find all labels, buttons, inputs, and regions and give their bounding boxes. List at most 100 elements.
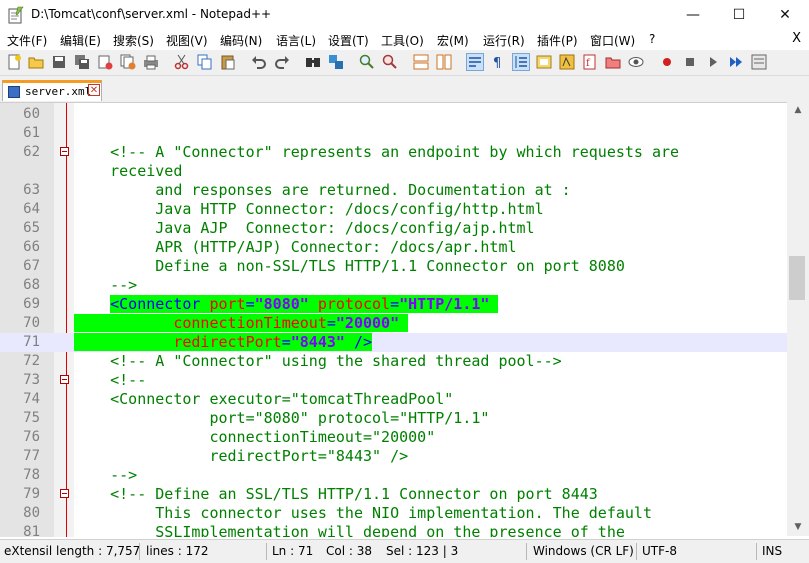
tab-server-xml[interactable]: server.xml ✕ — [2, 80, 102, 101]
code-line[interactable]: 76 connectionTimeout="20000" — [0, 428, 787, 447]
code-text: received — [74, 162, 182, 181]
close-file-icon[interactable] — [97, 54, 113, 70]
scroll-down-icon[interactable]: ▼ — [787, 519, 809, 536]
code-line[interactable]: 64 Java HTTP Connector: /docs/config/htt… — [0, 200, 787, 219]
indent-guide-icon[interactable] — [512, 53, 530, 71]
line-number: 79 — [23, 486, 40, 502]
minimize-button[interactable]: — — [670, 0, 716, 30]
paste-icon[interactable] — [220, 54, 236, 70]
zoom-out-icon[interactable] — [382, 54, 398, 70]
cut-icon[interactable] — [174, 54, 190, 70]
code-token: protocol — [317, 295, 391, 313]
copy-icon[interactable] — [197, 54, 213, 70]
new-file-icon[interactable] — [6, 54, 22, 70]
menu-language[interactable]: 语言(L) — [276, 32, 316, 49]
menu-tools[interactable]: 工具(O) — [381, 32, 424, 49]
fold-toggle-icon[interactable] — [60, 375, 69, 384]
fold-toggle-icon[interactable] — [60, 147, 69, 156]
code-line[interactable]: 73 <!-- — [0, 371, 787, 390]
save-icon[interactable] — [51, 54, 67, 70]
menu-view[interactable]: 视图(V) — [166, 32, 208, 49]
play-macro-icon[interactable] — [705, 54, 721, 70]
menu-run[interactable]: 运行(R) — [483, 32, 525, 49]
code-line[interactable]: received — [0, 162, 787, 181]
scroll-up-icon[interactable]: ▲ — [787, 102, 809, 119]
print-icon[interactable] — [143, 54, 159, 70]
menu-bar: 文件(F) 编辑(E) 搜索(S) 视图(V) 编码(N) 语言(L) 设置(T… — [0, 30, 809, 50]
word-wrap-icon[interactable] — [466, 53, 484, 71]
save-macro-icon[interactable] — [751, 54, 767, 70]
code-line[interactable]: 62 <!-- A "Connector" represents an endp… — [0, 143, 787, 162]
code-token: connectionTimeout — [173, 314, 327, 332]
code-token: Java AJP Connector: /docs/config/ajp.htm… — [74, 219, 535, 237]
find-icon[interactable] — [305, 54, 321, 70]
code-token: = — [281, 333, 291, 351]
code-line[interactable]: 61 — [0, 124, 787, 143]
menu-plugins[interactable]: 插件(P) — [537, 32, 578, 49]
record-macro-icon[interactable] — [659, 54, 675, 70]
scrollbar-thumb[interactable] — [789, 256, 805, 300]
code-line[interactable]: 67 Define a non-SSL/TLS HTTP/1.1 Connect… — [0, 257, 787, 276]
maximize-button[interactable]: ☐ — [716, 0, 762, 30]
code-line[interactable]: 71 redirectPort="8443" /> — [0, 333, 787, 352]
code-text: port="8080" protocol="HTTP/1.1" — [74, 409, 489, 428]
function-list-icon[interactable] — [559, 54, 575, 70]
redo-icon[interactable] — [274, 54, 290, 70]
code-line[interactable]: 69 <Connector port="8080" protocol="HTTP… — [0, 295, 787, 314]
line-number: 78 — [23, 467, 40, 483]
code-line[interactable]: 72 <!-- A "Connector" using the shared t… — [0, 352, 787, 371]
tab-close-icon[interactable]: ✕ — [88, 84, 100, 96]
code-line[interactable]: 70 connectionTimeout="20000" — [0, 314, 787, 333]
close-all-icon[interactable] — [120, 54, 136, 70]
tab-label: server.xml — [25, 85, 92, 98]
menu-search[interactable]: 搜索(S) — [113, 32, 154, 49]
line-number: 60 — [23, 106, 40, 122]
code-line[interactable]: 66 APR (HTTP/AJP) Connector: /docs/apr.h… — [0, 238, 787, 257]
menu-window[interactable]: 窗口(W) — [590, 32, 635, 49]
code-line[interactable]: 65 Java AJP Connector: /docs/config/ajp.… — [0, 219, 787, 238]
status-encoding[interactable]: UTF-8 — [642, 544, 677, 558]
stop-record-icon[interactable] — [682, 54, 698, 70]
doc-map-icon[interactable] — [536, 54, 552, 70]
code-line[interactable]: 75 port="8080" protocol="HTTP/1.1" — [0, 409, 787, 428]
code-line[interactable]: 63 and responses are returned. Documenta… — [0, 181, 787, 200]
menu-help[interactable]: ? — [649, 32, 655, 46]
status-selection: Sel : 123 | 3 — [386, 544, 459, 558]
vertical-scrollbar[interactable]: ▲ ▼ — [787, 102, 809, 536]
zoom-in-icon[interactable] — [359, 54, 375, 70]
close-document-icon[interactable]: X — [792, 31, 801, 46]
replace-icon[interactable] — [328, 54, 344, 70]
fold-toggle-icon[interactable] — [60, 489, 69, 498]
sync-horizontal-icon[interactable] — [436, 54, 452, 70]
code-line[interactable]: 77 redirectPort="8443" /> — [0, 447, 787, 466]
function-definition-icon[interactable]: f — [582, 54, 598, 70]
code-editor[interactable]: 60 61 62 <!-- A "Connector" represents an … — [0, 102, 787, 537]
code-token: <!-- — [74, 371, 147, 389]
code-line[interactable]: 74 <Connector executor="tomcatThreadPool… — [0, 390, 787, 409]
code-line[interactable]: 60 — [0, 105, 787, 124]
status-bar: eXtensil length : 7,757 lines : 172 Ln :… — [0, 539, 809, 563]
menu-edit[interactable]: 编辑(E) — [60, 32, 101, 49]
monitor-icon[interactable] — [628, 54, 644, 70]
status-eol[interactable]: Windows (CR LF) — [533, 544, 634, 558]
sync-vertical-icon[interactable] — [413, 54, 429, 70]
save-all-icon[interactable] — [74, 54, 90, 70]
status-insert-mode[interactable]: INS — [762, 544, 782, 558]
code-line[interactable]: 81 SSLImplementation will depend on the … — [0, 523, 787, 537]
menu-encoding[interactable]: 编码(N) — [220, 32, 262, 49]
show-all-chars-icon[interactable]: ¶ — [490, 54, 506, 70]
code-line[interactable]: 79 <!-- Define an SSL/TLS HTTP/1.1 Conne… — [0, 485, 787, 504]
undo-icon[interactable] — [251, 54, 267, 70]
code-line[interactable]: 68 --> — [0, 276, 787, 295]
code-line[interactable]: 80 This connector uses the NIO implement… — [0, 504, 787, 523]
menu-file[interactable]: 文件(F) — [7, 32, 47, 49]
code-line[interactable]: 78 --> — [0, 466, 787, 485]
open-file-icon[interactable] — [28, 54, 44, 70]
line-number: 72 — [23, 353, 40, 369]
folder-workspace-icon[interactable] — [605, 54, 621, 70]
code-text: connectionTimeout="20000" — [74, 428, 435, 447]
menu-macro[interactable]: 宏(M) — [437, 32, 469, 49]
run-macro-multiple-icon[interactable] — [728, 54, 744, 70]
close-button[interactable]: ✕ — [762, 0, 808, 30]
menu-settings[interactable]: 设置(T) — [328, 32, 369, 49]
